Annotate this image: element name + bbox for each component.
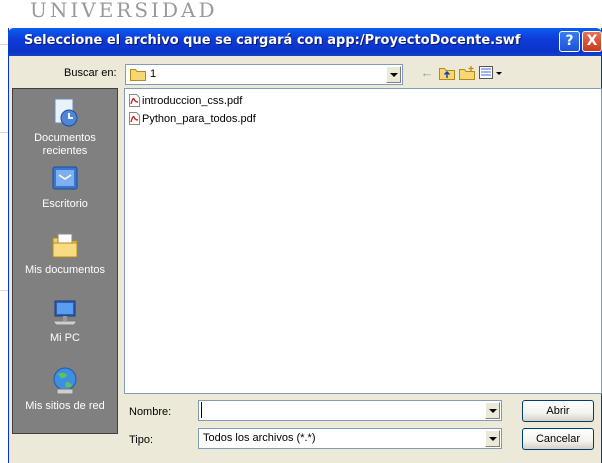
filetype-value: Todos los archivos (*.*) xyxy=(203,432,316,444)
background-heading: UNIVERSIDAD xyxy=(30,0,218,22)
file-name: Python_para_todos.pdf xyxy=(142,113,256,125)
filename-label: Nombre: xyxy=(129,406,172,418)
place-network[interactable]: Mis sitios de red xyxy=(13,365,117,413)
recent-documents-icon xyxy=(54,98,78,127)
cancel-button[interactable]: Cancelar xyxy=(522,428,594,450)
filename-combo[interactable] xyxy=(198,400,502,421)
pdf-icon xyxy=(129,112,140,125)
place-my-computer[interactable]: Mi PC xyxy=(13,297,117,345)
file-name: introduccion_css.pdf xyxy=(142,95,243,107)
close-button[interactable]: X xyxy=(582,31,602,52)
look-in-combo[interactable]: 1 xyxy=(125,64,403,85)
file-item[interactable]: introduccion_css.pdf xyxy=(129,93,242,109)
place-label: Mis sitios de red xyxy=(25,400,105,412)
desktop-icon xyxy=(52,166,78,190)
place-recent-documents[interactable]: Documentos recientes xyxy=(13,97,117,158)
up-folder-icon[interactable] xyxy=(438,64,456,82)
place-label: Mi PC xyxy=(50,332,80,344)
title-bar[interactable]: Seleccione el archivo que se cargará con… xyxy=(8,28,602,56)
help-button[interactable]: ? xyxy=(559,31,580,52)
my-computer-icon xyxy=(52,300,78,326)
back-icon[interactable]: ← xyxy=(418,64,436,82)
chevron-down-icon[interactable] xyxy=(485,402,500,419)
chevron-down-icon[interactable] xyxy=(485,430,500,447)
network-places-icon xyxy=(53,367,77,395)
folder-icon xyxy=(130,69,146,81)
open-button[interactable]: Abrir xyxy=(522,400,594,422)
filetype-label: Tipo: xyxy=(129,434,154,446)
views-menu-icon[interactable] xyxy=(478,64,504,82)
file-list[interactable]: introduccion_css.pdf Python_para_todos.p… xyxy=(124,88,602,394)
window-title: Seleccione el archivo que se cargará con… xyxy=(24,33,521,48)
new-folder-icon[interactable] xyxy=(458,64,476,82)
place-label: Escritorio xyxy=(42,198,88,210)
place-label: Documentos recientes xyxy=(34,132,96,157)
my-documents-icon xyxy=(52,233,78,258)
place-my-documents[interactable]: Mis documentos xyxy=(13,229,117,277)
look-in-value: 1 xyxy=(150,68,157,80)
chevron-down-icon[interactable] xyxy=(386,66,401,83)
place-label: Mis documentos xyxy=(24,264,106,276)
filename-input[interactable] xyxy=(201,402,486,418)
look-in-label: Buscar en: xyxy=(64,67,117,79)
filetype-combo[interactable]: Todos los archivos (*.*) xyxy=(198,428,502,449)
places-bar: Documentos recientes Escritorio Mis docu… xyxy=(12,88,118,434)
pdf-icon xyxy=(129,94,140,107)
file-item[interactable]: Python_para_todos.pdf xyxy=(129,111,256,127)
place-desktop[interactable]: Escritorio xyxy=(13,163,117,211)
